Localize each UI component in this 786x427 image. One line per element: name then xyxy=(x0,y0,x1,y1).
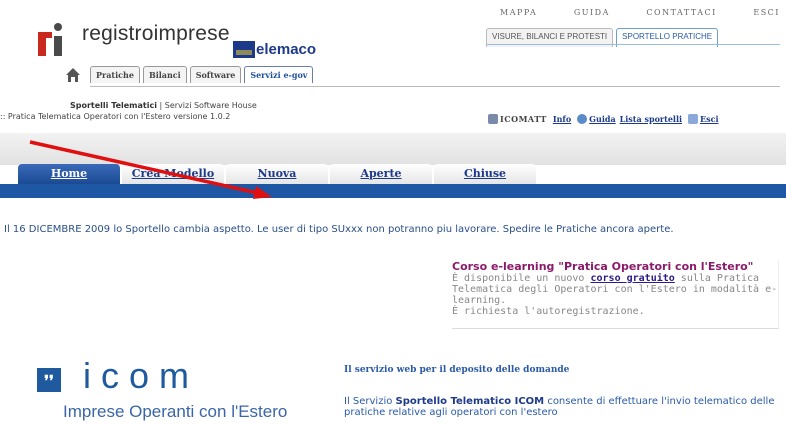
course-body: È disponibile un nuovo corso gratuito su… xyxy=(452,273,778,306)
nav-band xyxy=(0,133,786,165)
home-icon[interactable] xyxy=(65,67,81,83)
nav-tab-home[interactable]: Home xyxy=(18,164,120,184)
telemaco-logo-icon xyxy=(233,40,255,58)
icom-tagline: Imprese Operanti con l'Estero xyxy=(63,402,288,421)
web-service-body: Il Servizio Sportello Telematico ICOM co… xyxy=(344,396,780,418)
tab-bilanci[interactable]: Bilanci xyxy=(142,66,187,83)
nav-bar xyxy=(0,184,786,198)
lista-sportelli-link[interactable]: Lista sportelli xyxy=(620,114,682,124)
subheader-title-rest: | Servizi Software House xyxy=(156,101,257,110)
section-tabs-divider xyxy=(90,86,780,87)
course-body-pre: È disponibile un nuovo xyxy=(452,273,591,284)
main-nav: Home Crea Modello Nuova Aperte Chiuse xyxy=(18,164,538,184)
nav-tab-crea-modello[interactable]: Crea Modello xyxy=(122,164,224,184)
registroimprese-logo-text: registroimprese xyxy=(82,22,230,45)
service-tabs-divider xyxy=(486,44,780,45)
top-links: MAPPA GUIDA CONTATTACI ESCI xyxy=(500,8,780,17)
icom-logo-text: icom xyxy=(83,355,200,396)
corso-gratuito-link[interactable]: corso gratuito xyxy=(590,273,674,284)
esci-link[interactable]: Esci xyxy=(700,114,719,124)
subheader-title: Sportelli Telematici | Servizi Software … xyxy=(70,101,257,110)
notice-text: Il 16 DICEMBRE 2009 lo Sportello cambia … xyxy=(4,224,674,235)
subheader-title-bold: Sportelli Telematici xyxy=(70,101,157,110)
icom-logo-icon: ❜❜ xyxy=(37,368,61,392)
web-service-title: Il servizio web per il deposito delle do… xyxy=(344,365,570,375)
exit-icon xyxy=(688,114,699,124)
nav-tab-aperte[interactable]: Aperte xyxy=(330,164,432,184)
web-body-bold: Sportello Telematico ICOM xyxy=(395,396,545,407)
web-body-pre: Il Servizio xyxy=(344,396,396,407)
course-box: Corso e-learning "Pratica Operatori con … xyxy=(452,260,779,329)
top-link-mappa[interactable]: MAPPA xyxy=(500,8,537,17)
registroimprese-logo-icon xyxy=(38,23,62,56)
help-icon xyxy=(577,114,588,124)
telemaco-logo: elemaco xyxy=(233,40,316,58)
telemaco-logo-text: elemaco xyxy=(256,40,317,58)
nav-tab-chiuse[interactable]: Chiuse xyxy=(434,164,536,184)
tab-software[interactable]: Software xyxy=(189,66,242,83)
printer-icon xyxy=(488,114,498,124)
top-link-contattaci[interactable]: CONTATTACI xyxy=(646,8,716,17)
guida-link[interactable]: Guida xyxy=(589,114,615,124)
section-tabs: Pratiche Bilanci Software Servizi e-gov xyxy=(90,66,314,83)
tool-links: ICOMATT Info Guida Lista sportelli Esci xyxy=(488,114,719,124)
tab-servizi-e-gov[interactable]: Servizi e-gov xyxy=(244,66,314,83)
course-title: Corso e-learning "Pratica Operatori con … xyxy=(452,260,754,273)
icomatt-link[interactable]: ICOMATT xyxy=(500,114,547,124)
course-note: È richiesta l'autoregistrazione. xyxy=(452,306,645,317)
nav-tab-nuova[interactable]: Nuova xyxy=(226,164,328,184)
top-link-esci[interactable]: ESCI xyxy=(753,8,780,17)
subheader-version: :: Pratica Telematica Operatori con l'Es… xyxy=(0,112,231,121)
top-link-guida[interactable]: GUIDA xyxy=(574,8,610,17)
info-link[interactable]: Info xyxy=(553,114,571,124)
tab-pratiche[interactable]: Pratiche xyxy=(90,66,140,83)
